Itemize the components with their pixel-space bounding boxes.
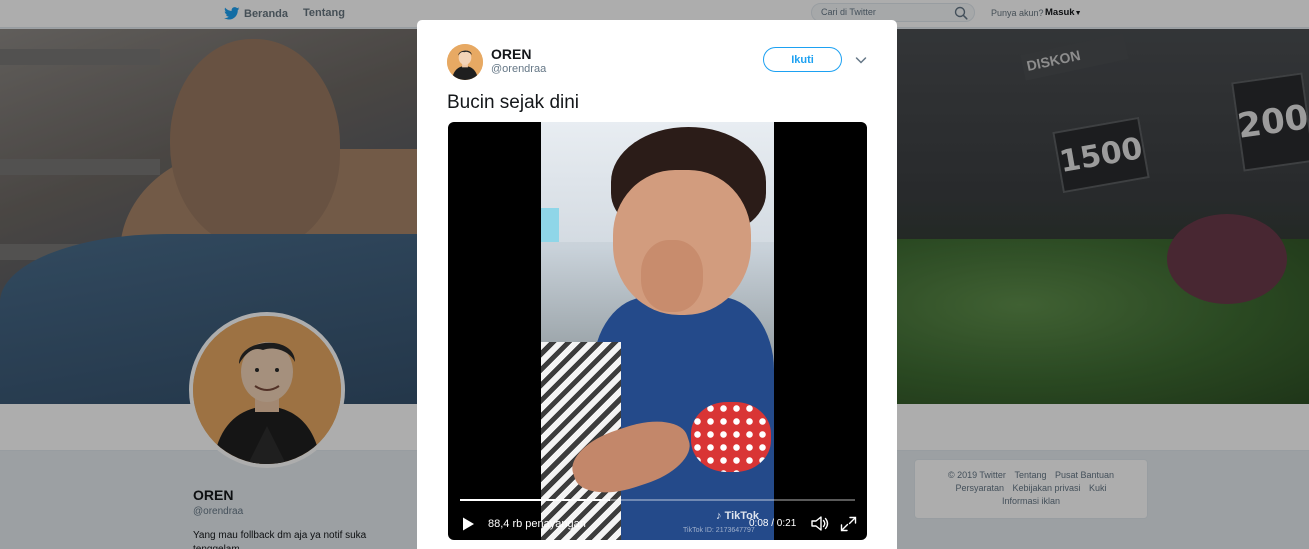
chevron-down-icon[interactable] xyxy=(855,55,867,65)
play-icon[interactable] xyxy=(460,516,476,532)
avatar-illustration xyxy=(447,44,483,80)
volume-icon[interactable] xyxy=(810,515,830,532)
video-player[interactable]: ♪ TikTok TikTok ID: 2173647797 88,4 rb p… xyxy=(448,122,867,540)
video-hand-shape xyxy=(641,240,703,312)
tweet-author-avatar[interactable] xyxy=(447,44,483,80)
tiktok-watermark-id: TikTok ID: 2173647797 xyxy=(683,527,755,534)
video-time: 0:08 / 0:21 xyxy=(749,518,797,529)
video-window-shape xyxy=(541,208,559,242)
tweet-text: Bucin sejak dini xyxy=(447,92,580,113)
tweet-modal: OREN @orendraa Ikuti Bucin sejak dini ♪ … xyxy=(417,20,897,549)
tweet-author-name[interactable]: OREN xyxy=(491,46,531,62)
view-count: 88,4 rb penayangan xyxy=(488,518,586,530)
video-progress-bar[interactable] xyxy=(460,499,855,501)
video-shirt-print-shape xyxy=(691,402,771,472)
fullscreen-icon[interactable] xyxy=(840,516,857,532)
video-progress-fill xyxy=(460,499,611,501)
follow-button[interactable]: Ikuti xyxy=(763,47,842,72)
tweet-author-handle[interactable]: @orendraa xyxy=(491,63,546,75)
video-frame xyxy=(541,122,774,540)
